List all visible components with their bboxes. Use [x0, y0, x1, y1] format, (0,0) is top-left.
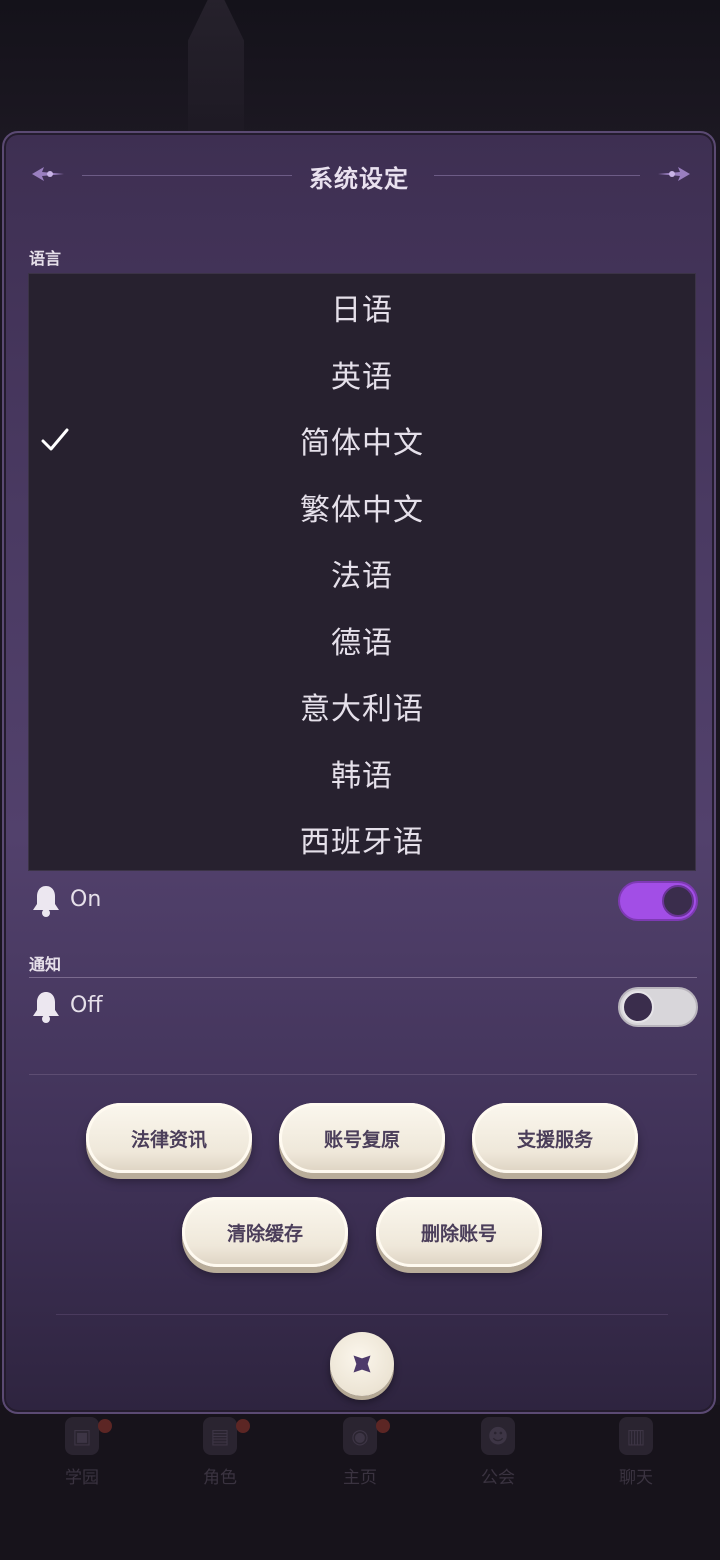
- language-option-label: 韩语: [331, 759, 393, 794]
- clear-cache-button[interactable]: 清除缓存: [182, 1197, 348, 1267]
- toggle-label: Off: [70, 993, 103, 1018]
- nav-label: 主页: [343, 1468, 377, 1488]
- language-option[interactable]: 意大利语: [29, 673, 695, 739]
- nav-item-academy[interactable]: ▣ 学园: [32, 1417, 132, 1488]
- language-option-label: 意大利语: [300, 692, 424, 727]
- modal-header: 系统设定: [4, 157, 714, 193]
- account-restore-button[interactable]: 账号复原: [279, 1103, 445, 1173]
- toggle-knob: [622, 991, 654, 1023]
- language-option[interactable]: 法语: [29, 540, 695, 606]
- language-option-label: 简体中文: [300, 426, 424, 461]
- toggle-switch-on[interactable]: [618, 881, 698, 921]
- legal-info-button[interactable]: 法律资讯: [86, 1103, 252, 1173]
- nav-label: 角色: [203, 1468, 237, 1488]
- language-option[interactable]: 西班牙语: [29, 806, 695, 872]
- language-option[interactable]: 英语: [29, 341, 695, 407]
- notification-toggle-row-1: On: [30, 880, 698, 922]
- nav-label: 公会: [481, 1468, 515, 1488]
- language-option-label: 德语: [331, 626, 393, 661]
- nav-item-guild[interactable]: ☻ 公会: [448, 1417, 548, 1488]
- notification-divider: [29, 977, 697, 978]
- background-tower: [188, 0, 244, 135]
- bell-icon: [33, 992, 59, 1023]
- home-icon: ◉: [343, 1417, 377, 1455]
- toggle-switch-off[interactable]: [618, 987, 698, 1027]
- support-service-button[interactable]: 支援服务: [472, 1103, 638, 1173]
- section-divider: [29, 1074, 697, 1075]
- nav-item-chat[interactable]: ▥ 聊天: [586, 1417, 686, 1488]
- modal-title: 系统设定: [309, 165, 409, 193]
- language-option[interactable]: 繁体中文: [29, 474, 695, 540]
- academy-icon: ▣: [65, 1417, 99, 1455]
- nav-label: 聊天: [619, 1468, 653, 1488]
- notification-dot: [236, 1419, 250, 1433]
- character-icon: ▤: [203, 1417, 237, 1455]
- language-option[interactable]: 韩语: [29, 740, 695, 806]
- guild-icon: ☻: [481, 1417, 515, 1455]
- delete-account-button[interactable]: 删除账号: [376, 1197, 542, 1267]
- notification-toggle-row-2: Off: [30, 986, 698, 1028]
- toggle-knob: [662, 885, 694, 917]
- language-option-selected[interactable]: 简体中文: [29, 407, 695, 473]
- chat-icon: ▥: [619, 1417, 653, 1455]
- close-button[interactable]: [330, 1332, 394, 1396]
- language-option-label: 法语: [331, 559, 393, 594]
- settings-modal: 系统设定 语言 日语 英语 简体中文 繁体中文 法语 德语 意大利语 韩语 西班…: [2, 131, 716, 1414]
- notification-dot: [376, 1419, 390, 1433]
- language-option-label: 英语: [331, 360, 393, 395]
- footer-divider: [56, 1314, 668, 1315]
- language-option-label: 繁体中文: [300, 493, 424, 528]
- bell-icon: [33, 886, 59, 917]
- nav-item-home[interactable]: ◉ 主页: [310, 1417, 410, 1488]
- language-section-label: 语言: [29, 249, 62, 268]
- notification-section-label: 通知: [29, 955, 62, 974]
- bottom-nav: ▣ 学园 ▤ 角色 ◉ 主页 ☻ 公会 ▥ 聊天: [0, 1405, 720, 1560]
- right-ornament-icon: [658, 167, 690, 181]
- background-scene: [0, 0, 720, 140]
- language-dropdown-list[interactable]: 日语 英语 简体中文 繁体中文 法语 德语 意大利语 韩语 西班牙语: [28, 273, 696, 871]
- close-icon: [353, 1355, 371, 1373]
- language-option-label: 西班牙语: [300, 825, 424, 860]
- nav-item-character[interactable]: ▤ 角色: [170, 1417, 270, 1488]
- toggle-label: On: [70, 887, 102, 912]
- nav-label: 学园: [65, 1468, 99, 1488]
- language-option-label: 日语: [331, 293, 393, 328]
- language-option[interactable]: 德语: [29, 607, 695, 673]
- notification-dot: [98, 1419, 112, 1433]
- checkmark-icon: [41, 428, 69, 451]
- language-option[interactable]: 日语: [29, 274, 695, 340]
- title-divider-right: [434, 175, 640, 176]
